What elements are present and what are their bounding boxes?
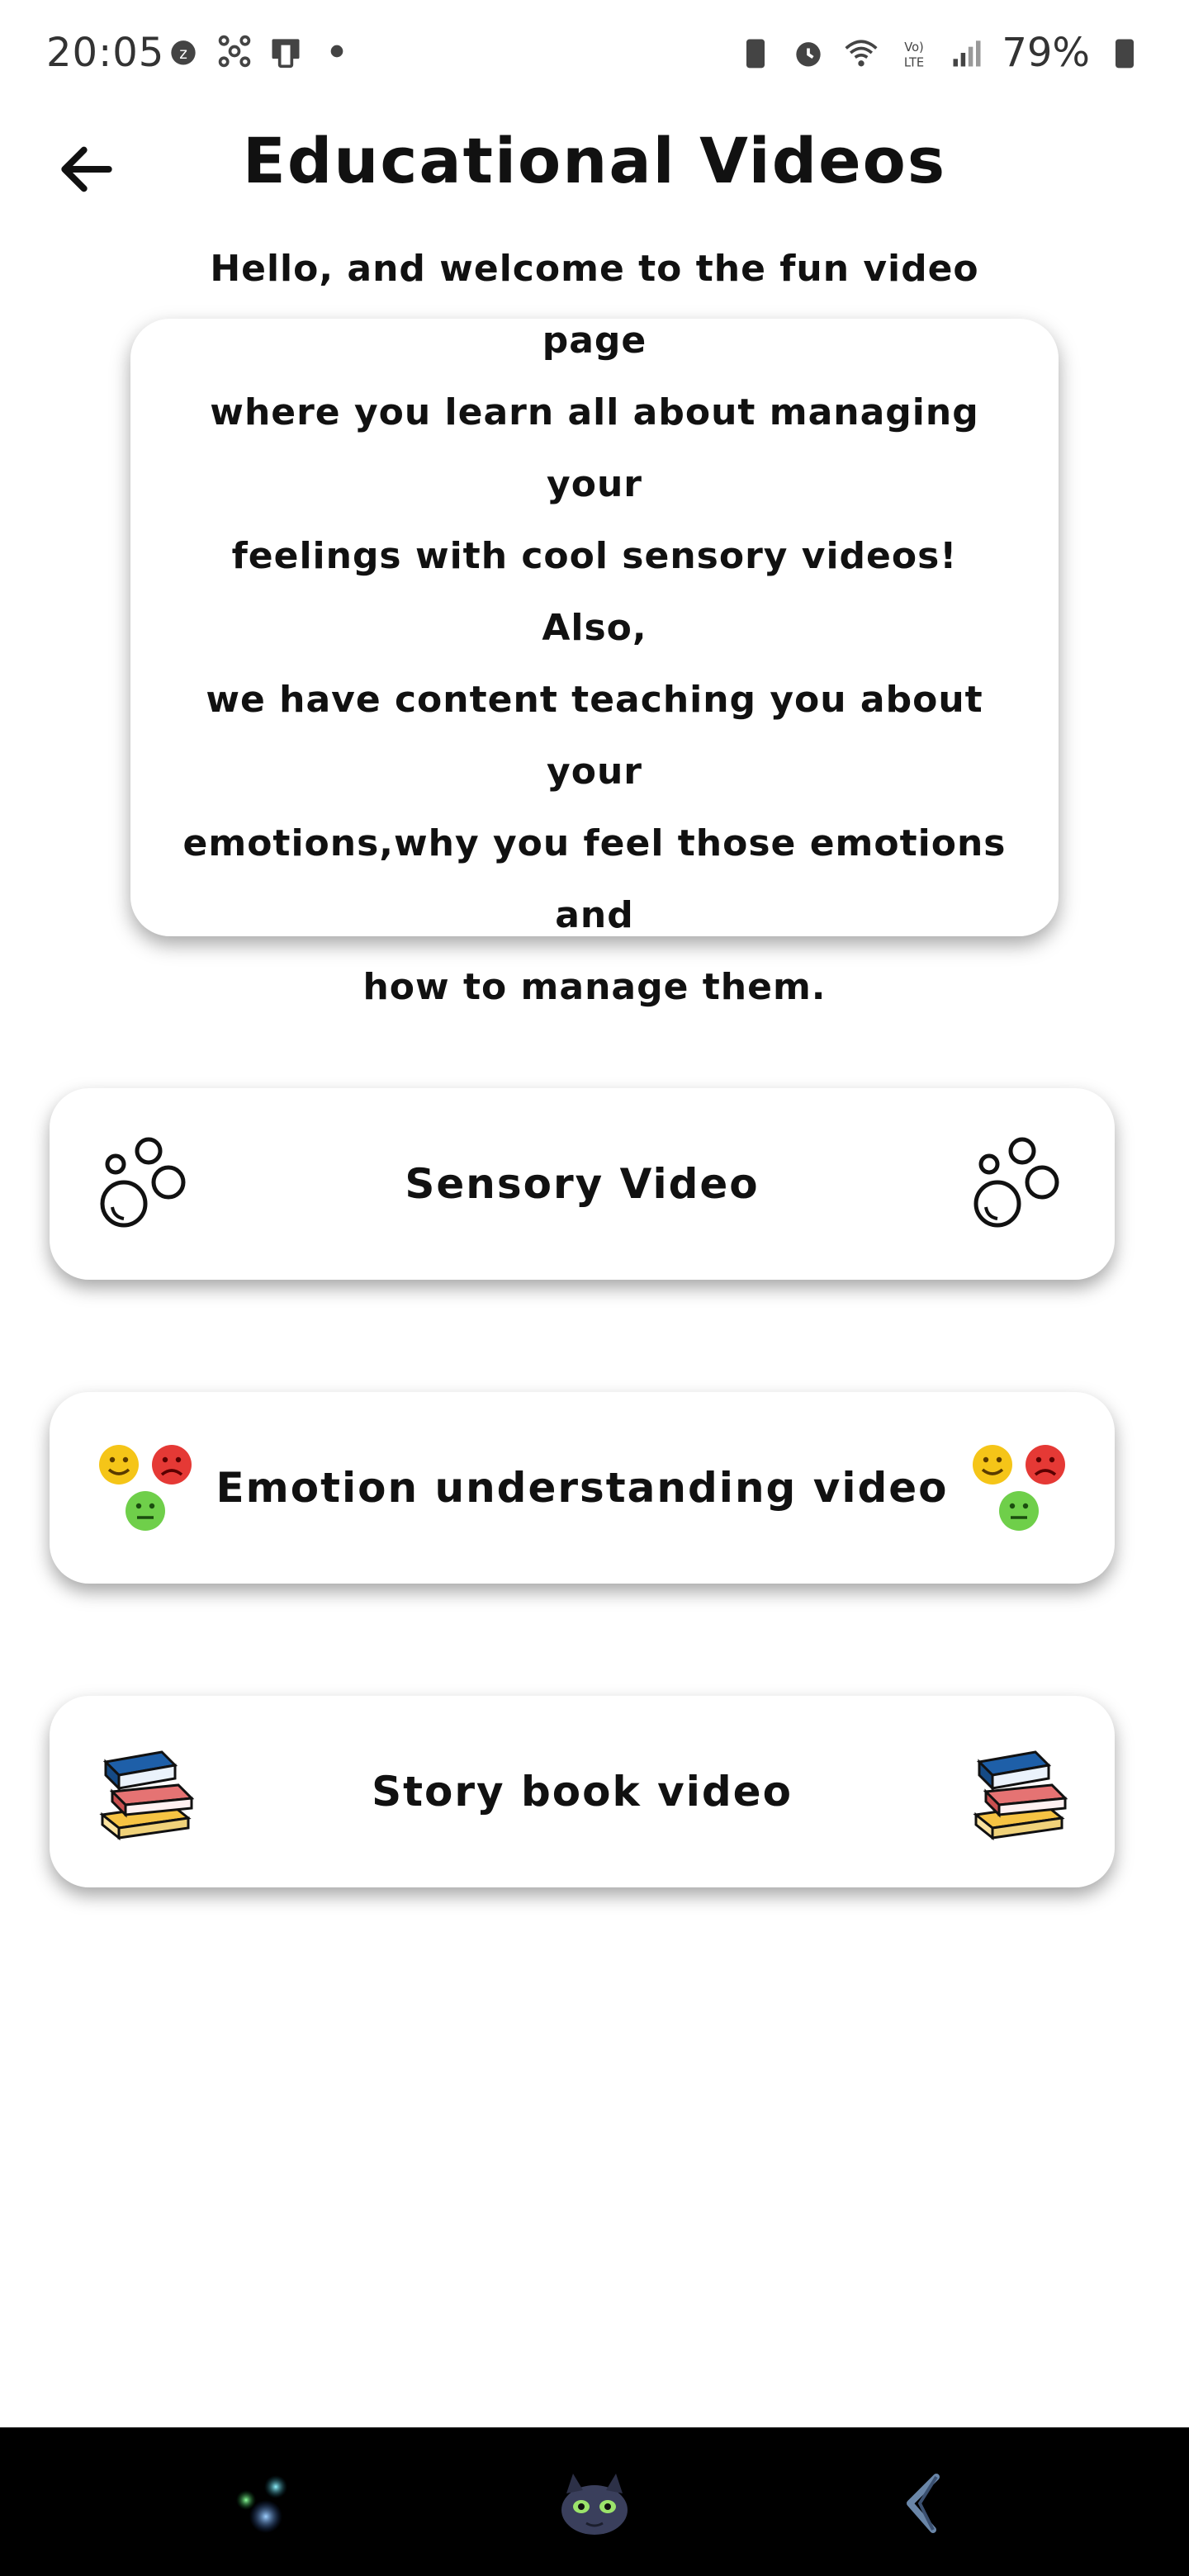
page-title: Educational Videos — [242, 124, 947, 197]
intro-line: feelings with cool sensory videos! Also, — [231, 534, 958, 649]
status-right-icons: Vo) LTE 79% — [737, 30, 1143, 76]
svg-text:Vo): Vo) — [905, 40, 925, 54]
status-left-icons: z — [165, 33, 355, 69]
books-stack-icon — [973, 1750, 1068, 1841]
intro-line: where you learn all about managing your — [210, 391, 979, 505]
story-book-video-button[interactable]: Story book video — [50, 1696, 1115, 1887]
navigation-bar — [0, 2427, 1189, 2576]
intro-line: Hello, and welcome to the fun video page — [210, 247, 979, 362]
intro-line: we have content teaching you about your — [206, 678, 983, 793]
status-time: 20:05 — [46, 30, 165, 76]
intro-text: Hello, and welcome to the fun video page… — [180, 233, 1009, 1023]
sparkle-lights-icon[interactable] — [223, 2460, 306, 2543]
emotion-faces-icon — [973, 1445, 1065, 1531]
status-bar: 20:05 z Vo) LTE 79% — [0, 0, 1189, 107]
svg-text:z: z — [179, 45, 187, 63]
back-gesture-icon[interactable] — [883, 2460, 966, 2543]
battery-icon — [1116, 39, 1134, 69]
alarm-clock-icon — [796, 42, 821, 67]
volte-icon: Vo) LTE — [904, 40, 925, 70]
intro-line: emotions,why you feel those emotions and — [182, 822, 1007, 936]
screen-mirror-icon — [272, 39, 300, 69]
emotion-video-button[interactable]: Emotion understanding video — [50, 1392, 1115, 1584]
svg-text:LTE: LTE — [904, 56, 924, 70]
battery-saver-icon — [746, 39, 765, 69]
battery-percent: 79% — [1002, 30, 1090, 76]
network-hub-icon — [218, 35, 251, 68]
sensory-video-label: Sensory Video — [405, 1160, 760, 1208]
dot-icon — [330, 45, 343, 58]
dragon-avatar-icon[interactable] — [553, 2460, 636, 2543]
intro-card: Hello, and welcome to the fun video page… — [130, 248, 1059, 1008]
story-book-video-label: Story book video — [372, 1768, 793, 1816]
sensory-video-button[interactable]: Sensory Video — [50, 1088, 1115, 1280]
signal-icon — [953, 40, 981, 67]
intro-line: how to manage them. — [362, 965, 827, 1008]
wifi-icon — [845, 40, 878, 67]
emotion-video-label: Emotion understanding video — [216, 1464, 949, 1512]
alarm-icon: z — [171, 40, 196, 65]
bubbles-icon — [973, 1137, 1059, 1228]
